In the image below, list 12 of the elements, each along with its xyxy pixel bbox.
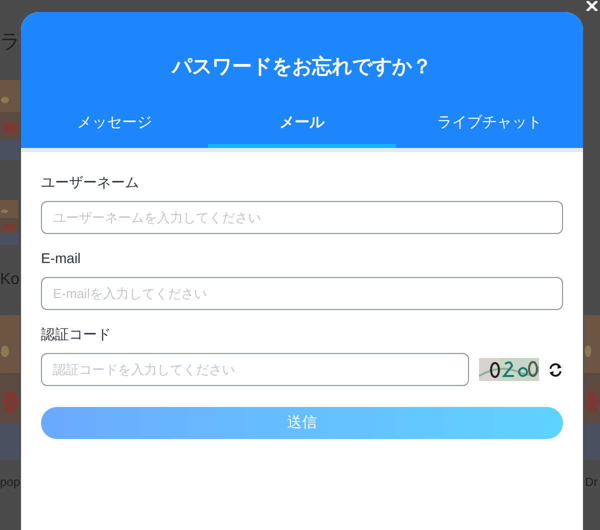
field-label: ユーザーネーム bbox=[41, 173, 139, 192]
tab[interactable]: ライブチャット bbox=[396, 108, 583, 148]
input-field[interactable]: ユーザーネームを入力してください bbox=[41, 201, 563, 234]
submit-button[interactable]: 送信 bbox=[41, 407, 563, 439]
field-label: 認証コード bbox=[41, 325, 111, 344]
refresh-icon[interactable] bbox=[548, 362, 563, 376]
tab[interactable]: メッセージ bbox=[21, 108, 208, 148]
dialog-title: パスワードをお忘れですか？ bbox=[172, 54, 432, 80]
field-label: E-mail bbox=[41, 249, 81, 268]
close-icon[interactable] bbox=[586, 1, 599, 11]
input-field[interactable]: 認証コードを入力してください bbox=[41, 353, 469, 386]
input-field[interactable]: E-mailを入力してください bbox=[41, 277, 563, 310]
